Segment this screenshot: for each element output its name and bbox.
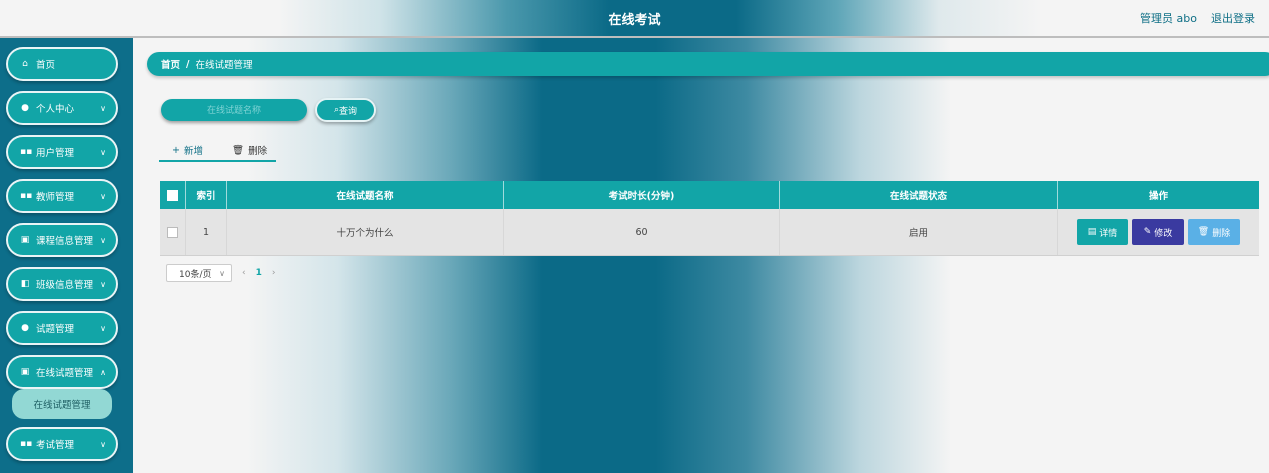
- remove-button-label: 删除: [1212, 228, 1231, 239]
- add-button[interactable]: + 新增: [172, 143, 203, 158]
- cell-ops: ▤ 详情 ✎ 修改 🗑︎ 删除: [1058, 209, 1259, 255]
- sidebar-item-courses[interactable]: ▣ 课程信息管理 ∨: [6, 223, 118, 257]
- sidebar: ⌂ 首页 ● 个人中心 ∨ ▪▪ 用户管理 ∨ ▪▪ 教师管理 ∨ ▣ 课程信息…: [0, 38, 133, 473]
- table-header: 索引 在线试题名称 考试时长(分钟) 在线试题状态 操作: [160, 181, 1259, 209]
- doc-icon: ▣: [20, 367, 30, 377]
- table-row: 1 十万个为什么 60 启用 ▤ 详情 ✎ 修改 🗑︎ 删除: [160, 209, 1259, 256]
- sidebar-item-users[interactable]: ▪▪ 用户管理 ∨: [6, 135, 118, 169]
- sidebar-item-profile[interactable]: ● 个人中心 ∨: [6, 91, 118, 125]
- chevron-up-icon: ∧: [100, 367, 106, 377]
- clipboard-icon: ▣: [20, 235, 30, 245]
- search-button[interactable]: ⌕ 查询: [315, 98, 376, 122]
- edit-icon: ✎: [1143, 227, 1152, 237]
- current-page[interactable]: 1: [256, 268, 262, 278]
- sidebar-item-teachers[interactable]: ▪▪ 教师管理 ∨: [6, 179, 118, 213]
- col-ops: 操作: [1148, 191, 1168, 202]
- col-name: 在线试题名称: [227, 181, 504, 209]
- sidebar-subitem-online-questions[interactable]: 在线试题管理: [12, 389, 112, 419]
- row-checkbox[interactable]: [167, 226, 178, 238]
- search-input[interactable]: [161, 99, 307, 121]
- grid-icon: ▪▪: [20, 439, 33, 449]
- sidebar-item-label: 教师管理: [36, 192, 75, 203]
- sidebar-item-online-questions[interactable]: ▣ 在线试题管理 ∧: [6, 355, 118, 389]
- remove-button[interactable]: 🗑︎ 删除: [1188, 219, 1240, 245]
- trash-icon: 🗑︎: [232, 144, 245, 156]
- pagination: 10条/页 ∨ ‹ 1 ›: [166, 264, 275, 282]
- delete-button-label: 删除: [248, 146, 268, 157]
- home-icon: ⌂: [22, 59, 28, 69]
- cell-name: 十万个为什么: [227, 209, 504, 255]
- chevron-down-icon: ∨: [100, 439, 106, 449]
- data-table: 索引 在线试题名称 考试时长(分钟) 在线试题状态 操作 1 十万个为什么 60…: [160, 181, 1259, 256]
- top-bar: 在线考试 管理员 abo 退出登录: [0, 0, 1269, 38]
- chevron-down-icon: ∨: [100, 279, 106, 289]
- chevron-down-icon: ∨: [100, 147, 106, 157]
- sidebar-item-label: 试题管理: [36, 324, 75, 335]
- cell-status: 启用: [780, 209, 1058, 255]
- delete-button[interactable]: 🗑︎ 删除: [232, 143, 268, 158]
- add-button-label: 新增: [183, 146, 203, 157]
- chevron-down-icon: ∨: [100, 323, 106, 333]
- cell-duration: 60: [504, 209, 780, 255]
- page-size-select[interactable]: 10条/页 ∨: [166, 264, 232, 282]
- edit-button[interactable]: ✎ 修改: [1132, 219, 1184, 245]
- col-index: 索引: [186, 181, 227, 209]
- chevron-down-icon: ∨: [100, 191, 106, 201]
- logout-link[interactable]: 退出登录: [1211, 10, 1255, 26]
- sidebar-item-label: 在线试题管理: [36, 368, 94, 379]
- sidebar-item-questions[interactable]: ● 试题管理 ∨: [6, 311, 118, 345]
- grid-icon: ▪▪: [20, 191, 33, 201]
- pin-icon: ●: [21, 323, 29, 333]
- grid-icon: ▪▪: [20, 147, 33, 157]
- prev-page-icon[interactable]: ‹: [242, 268, 246, 278]
- breadcrumb-home[interactable]: 首页: [161, 57, 180, 71]
- cell-index: 1: [186, 209, 227, 255]
- current-user: 管理员 abo: [1140, 12, 1197, 25]
- user-icon: ●: [21, 103, 29, 113]
- sidebar-item-label: 考试管理: [36, 440, 75, 451]
- select-all-checkbox[interactable]: [167, 189, 178, 201]
- detail-icon: ▤: [1087, 227, 1097, 237]
- sidebar-item-label: 个人中心: [36, 104, 75, 115]
- col-status: 在线试题状态: [780, 181, 1058, 209]
- trash-icon: 🗑︎: [1197, 227, 1210, 237]
- sidebar-item-label: 用户管理: [36, 148, 75, 159]
- sidebar-item-exams[interactable]: ▪▪ 考试管理 ∨: [6, 427, 118, 461]
- sidebar-item-label: 班级信息管理: [36, 280, 94, 291]
- breadcrumb: 首页 / 在线试题管理: [147, 52, 1269, 76]
- edit-button-label: 修改: [1154, 228, 1173, 239]
- action-tab-underline: [159, 160, 276, 162]
- search-button-label: 查询: [339, 106, 358, 117]
- sidebar-item-label: 首页: [36, 60, 56, 71]
- sidebar-item-home[interactable]: ⌂ 首页: [6, 47, 118, 81]
- breadcrumb-separator: /: [186, 58, 190, 70]
- detail-button[interactable]: ▤ 详情: [1077, 219, 1128, 245]
- page-size-value: 10条/页: [179, 269, 212, 280]
- sidebar-item-label: 课程信息管理: [36, 236, 94, 247]
- next-page-icon[interactable]: ›: [272, 268, 276, 278]
- class-icon: ◧: [20, 279, 30, 289]
- col-duration: 考试时长(分钟): [504, 181, 780, 209]
- chevron-down-icon: ∨: [100, 235, 106, 245]
- breadcrumb-current: 在线试题管理: [195, 60, 253, 71]
- chevron-down-icon: ∨: [100, 103, 106, 113]
- chevron-down-icon: ∨: [219, 268, 225, 278]
- sidebar-item-classes[interactable]: ◧ 班级信息管理 ∨: [6, 267, 118, 301]
- plus-icon: +: [172, 144, 180, 156]
- app-title: 在线考试: [608, 13, 661, 28]
- detail-button-label: 详情: [1099, 228, 1118, 239]
